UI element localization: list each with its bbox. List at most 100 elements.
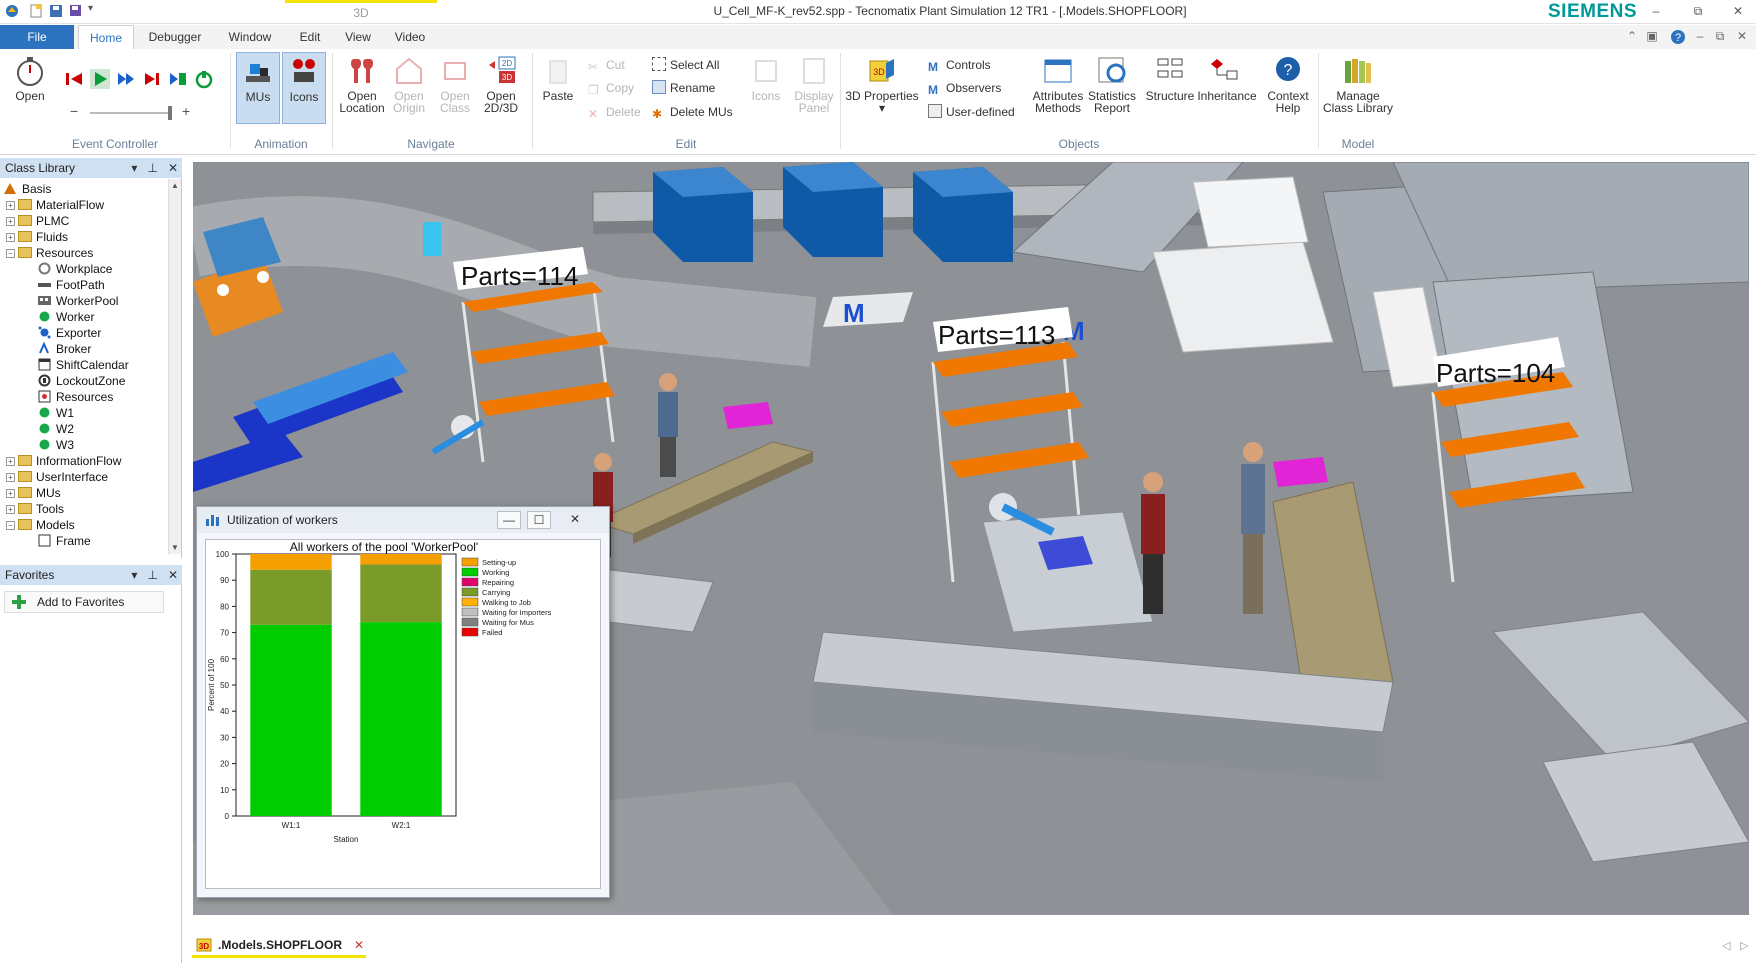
pin-icon[interactable]: ⊥: [147, 161, 157, 175]
chart-close-button[interactable]: ✕: [563, 511, 587, 529]
3d-properties-button[interactable]: 3D 3D Properties ▾: [844, 55, 920, 114]
expand-icon[interactable]: +: [6, 457, 15, 466]
doc-tab-close-icon[interactable]: ✕: [354, 932, 364, 958]
tree-node-informationflow[interactable]: + InformationFlow: [6, 453, 121, 469]
tab-view[interactable]: View: [340, 25, 376, 49]
delete-button[interactable]: ✕ Delete: [588, 104, 641, 122]
pin-icon[interactable]: ⊥: [147, 568, 157, 582]
scroll-up-icon[interactable]: ▲: [171, 181, 179, 190]
expand-icon[interactable]: +: [6, 217, 15, 226]
select-all-button[interactable]: Select All: [652, 57, 719, 75]
class-library-scrollbar[interactable]: ▲ ▼: [168, 179, 181, 554]
icons-toggle-button[interactable]: Icons: [282, 52, 326, 124]
open-origin-button[interactable]: Open Origin: [386, 55, 432, 114]
tree-node-lockoutzone[interactable]: LockoutZone: [38, 373, 125, 389]
structure-button[interactable]: Structure: [1144, 55, 1196, 102]
delete-mus-button[interactable]: ✱ Delete MUs: [652, 104, 733, 122]
tab-scroll-left-icon[interactable]: ◁: [1722, 939, 1730, 952]
tree-node-resources[interactable]: − Resources: [6, 245, 93, 261]
tree-node-plmc[interactable]: + PLMC: [6, 213, 69, 229]
scroll-down-icon[interactable]: ▼: [171, 543, 179, 552]
speed-increase-button[interactable]: +: [182, 103, 190, 119]
open-class-button[interactable]: Open Class: [432, 55, 478, 114]
inheritance-button[interactable]: Inheritance: [1196, 55, 1258, 102]
close-button[interactable]: ✕: [1728, 2, 1748, 20]
collapse-icon[interactable]: −: [6, 521, 15, 530]
panel-dropdown-icon[interactable]: ▾: [131, 161, 137, 175]
tab-scroll-right-icon[interactable]: ▷: [1740, 939, 1748, 952]
init-icon[interactable]: [194, 69, 214, 89]
mus-toggle-button[interactable]: MUs: [236, 52, 280, 124]
tree-node-frame[interactable]: Frame: [38, 533, 91, 549]
doc-minimize-icon[interactable]: –: [1692, 29, 1708, 45]
context-tab-3d[interactable]: 3D: [285, 0, 437, 24]
worker-figure-4[interactable]: [1241, 442, 1265, 614]
restore-button[interactable]: ⧉: [1688, 2, 1708, 20]
manage-class-library-button[interactable]: Manage Class Library: [1322, 55, 1394, 114]
panel-dropdown-icon[interactable]: ▾: [131, 568, 137, 582]
doc-restore-icon[interactable]: ⧉: [1712, 29, 1728, 45]
icons-edit-button[interactable]: Icons: [744, 55, 788, 102]
collapse-ribbon-icon[interactable]: ⌃: [1624, 29, 1640, 45]
expand-icon[interactable]: +: [6, 473, 15, 482]
utilization-chart-window[interactable]: Utilization of workers — ☐ ✕ All workers…: [196, 506, 610, 898]
minimize-button[interactable]: –: [1646, 2, 1666, 20]
cut-button[interactable]: ✂ Cut: [588, 57, 625, 75]
start-icon[interactable]: [90, 69, 110, 89]
tree-node-resources-frame[interactable]: Resources: [38, 389, 113, 405]
quick-access-dropdown-icon[interactable]: ▾: [88, 3, 104, 19]
window-layout-icon[interactable]: ▣: [1644, 29, 1660, 45]
tab-file[interactable]: File: [0, 25, 74, 49]
tree-node-w2[interactable]: W2: [38, 421, 74, 437]
controls-button[interactable]: M Controls: [928, 57, 991, 75]
tree-node-models[interactable]: − Models: [6, 517, 75, 533]
tree-node-workplace[interactable]: Workplace: [38, 261, 112, 277]
tree-node-w3[interactable]: W3: [38, 437, 74, 453]
expand-icon[interactable]: +: [6, 233, 15, 242]
tree-node-basis[interactable]: Basis: [4, 181, 51, 197]
open-2d3d-button[interactable]: 2D 3D Open 2D/3D: [478, 55, 524, 114]
copy-button[interactable]: ❐ Copy: [588, 80, 634, 98]
paste-button[interactable]: Paste: [536, 55, 580, 102]
tree-node-w1[interactable]: W1: [38, 405, 74, 421]
tree-node-worker[interactable]: Worker: [38, 309, 94, 325]
doc-tab-shopfloor[interactable]: 3D .Models.SHOPFLOOR ✕: [192, 932, 367, 958]
tab-video[interactable]: Video: [388, 25, 432, 49]
help-icon[interactable]: ?: [1670, 29, 1686, 45]
chart-maximize-button[interactable]: ☐: [527, 511, 551, 529]
tree-node-userinterface[interactable]: + UserInterface: [6, 469, 108, 485]
tab-window[interactable]: Window: [222, 25, 278, 49]
add-to-favorites-button[interactable]: Add to Favorites: [4, 591, 164, 613]
context-help-button[interactable]: ? Context Help: [1264, 55, 1312, 114]
tree-node-fluids[interactable]: + Fluids: [6, 229, 68, 245]
speed-slider-thumb[interactable]: [168, 106, 172, 120]
tree-node-footpath[interactable]: FootPath: [38, 277, 105, 293]
speed-slider[interactable]: [90, 106, 172, 120]
chart-minimize-button[interactable]: —: [497, 511, 521, 529]
fast-forward-icon[interactable]: [116, 69, 136, 89]
tab-debugger[interactable]: Debugger: [142, 25, 208, 49]
open-event-controller-button[interactable]: Open: [6, 55, 54, 102]
doc-close-icon[interactable]: ✕: [1734, 29, 1750, 45]
observers-button[interactable]: M Observers: [928, 80, 1001, 98]
tree-node-exporter[interactable]: Exporter: [38, 325, 101, 341]
panel-close-icon[interactable]: ✕: [168, 568, 178, 582]
save-as-icon[interactable]: [68, 3, 84, 19]
tab-edit[interactable]: Edit: [292, 25, 328, 49]
tree-node-workerpool[interactable]: WorkerPool: [38, 293, 118, 309]
chart-window-titlebar[interactable]: Utilization of workers — ☐ ✕: [197, 507, 609, 533]
panel-close-icon[interactable]: ✕: [168, 161, 178, 175]
display-panel-button[interactable]: Display Panel: [790, 55, 838, 114]
expand-icon[interactable]: +: [6, 489, 15, 498]
tree-node-tools[interactable]: + Tools: [6, 501, 64, 517]
tab-home[interactable]: Home: [78, 25, 134, 49]
statistics-report-button[interactable]: Statistics Report: [1086, 55, 1138, 114]
tree-node-shiftcalendar[interactable]: ShiftCalendar: [38, 357, 129, 373]
save-icon[interactable]: [48, 3, 64, 19]
tree-node-broker[interactable]: Broker: [38, 341, 91, 357]
tree-node-mus[interactable]: + MUs: [6, 485, 61, 501]
collapse-icon[interactable]: −: [6, 249, 15, 258]
step-icon[interactable]: [142, 69, 162, 89]
open-location-button[interactable]: Open Location: [336, 55, 388, 114]
expand-icon[interactable]: +: [6, 505, 15, 514]
